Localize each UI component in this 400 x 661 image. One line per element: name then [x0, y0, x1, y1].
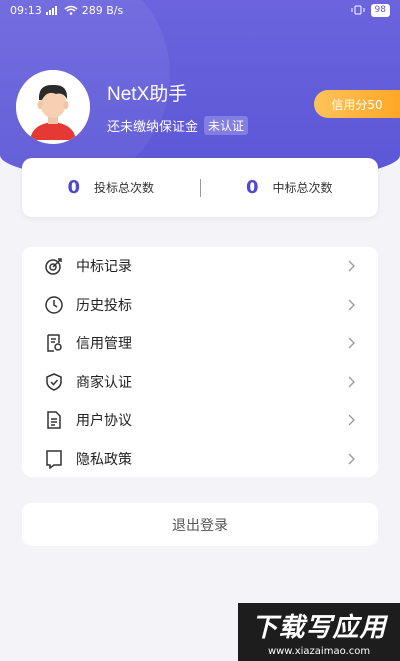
signal-icon	[45, 6, 57, 15]
chevron-right-icon	[348, 260, 355, 272]
menu-item-merchant-certification[interactable]: 商家认证	[22, 363, 378, 402]
menu-label-bid-history: 历史投标	[76, 297, 132, 314]
menu-item-win-records[interactable]: 中标记录	[22, 247, 378, 286]
certification-badge: 未认证	[204, 116, 249, 135]
clock-icon	[44, 295, 64, 315]
user-name: NetX助手	[107, 84, 188, 105]
target-icon	[44, 256, 64, 276]
logout-button[interactable]: 退出登录	[22, 503, 378, 546]
status-time: 09:13	[10, 3, 42, 17]
vibrate-icon	[351, 5, 365, 15]
watermark-title: 下载写应用	[251, 613, 387, 643]
menu-label-user-agreement: 用户协议	[76, 413, 132, 430]
battery-indicator: 98	[370, 3, 390, 17]
network-speed: 289 B/s	[81, 3, 124, 17]
watermark-logo: 下载写应用 www.xiazaimao.com	[238, 603, 400, 661]
win-count-stat[interactable]: 0 中标总次数	[201, 177, 379, 198]
bid-count-stat[interactable]: 0 投标总次数	[22, 177, 200, 198]
win-count-label: 中标总次数	[272, 181, 333, 195]
deposit-status: 还未缴纳保证金	[107, 120, 199, 135]
chevron-right-icon	[348, 299, 355, 311]
chevron-right-icon	[348, 376, 355, 388]
menu-label-privacy-policy: 隐私政策	[76, 451, 132, 468]
menu-label-win-records: 中标记录	[76, 259, 132, 276]
chevron-right-icon	[348, 414, 355, 426]
wifi-icon	[64, 5, 78, 15]
avatar[interactable]	[16, 70, 90, 144]
document-icon	[44, 410, 64, 430]
watermark-url: www.xiazaimao.com	[267, 646, 371, 657]
stats-card: 0 投标总次数 0 中标总次数	[22, 158, 378, 217]
chevron-right-icon	[348, 337, 355, 349]
bid-count-value: 0	[67, 177, 80, 198]
menu-item-bid-history[interactable]: 历史投标	[22, 286, 378, 325]
chevron-right-icon	[348, 453, 355, 465]
user-avatar-icon	[16, 70, 90, 144]
menu-item-credit-management[interactable]: 信用管理	[22, 324, 378, 363]
certificate-icon	[44, 333, 64, 353]
credit-score-badge[interactable]: 信用分50	[314, 90, 400, 118]
shield-check-icon	[44, 372, 64, 392]
menu-card: 中标记录 历史投标 信用管理 商家认证 用户协议 隐私政策	[22, 247, 378, 477]
win-count-value: 0	[245, 177, 259, 198]
menu-item-privacy-policy[interactable]: 隐私政策	[22, 440, 378, 479]
status-bar: 09:13 289 B/s 98	[0, 0, 400, 20]
profile-section: NetX助手 还未缴纳保证金 未认证	[16, 70, 249, 144]
bid-count-label: 投标总次数	[94, 181, 155, 195]
menu-item-user-agreement[interactable]: 用户协议	[22, 401, 378, 440]
menu-label-merchant-certification: 商家认证	[76, 374, 132, 391]
menu-label-credit-management: 信用管理	[76, 336, 132, 353]
bookmark-icon	[44, 449, 64, 469]
